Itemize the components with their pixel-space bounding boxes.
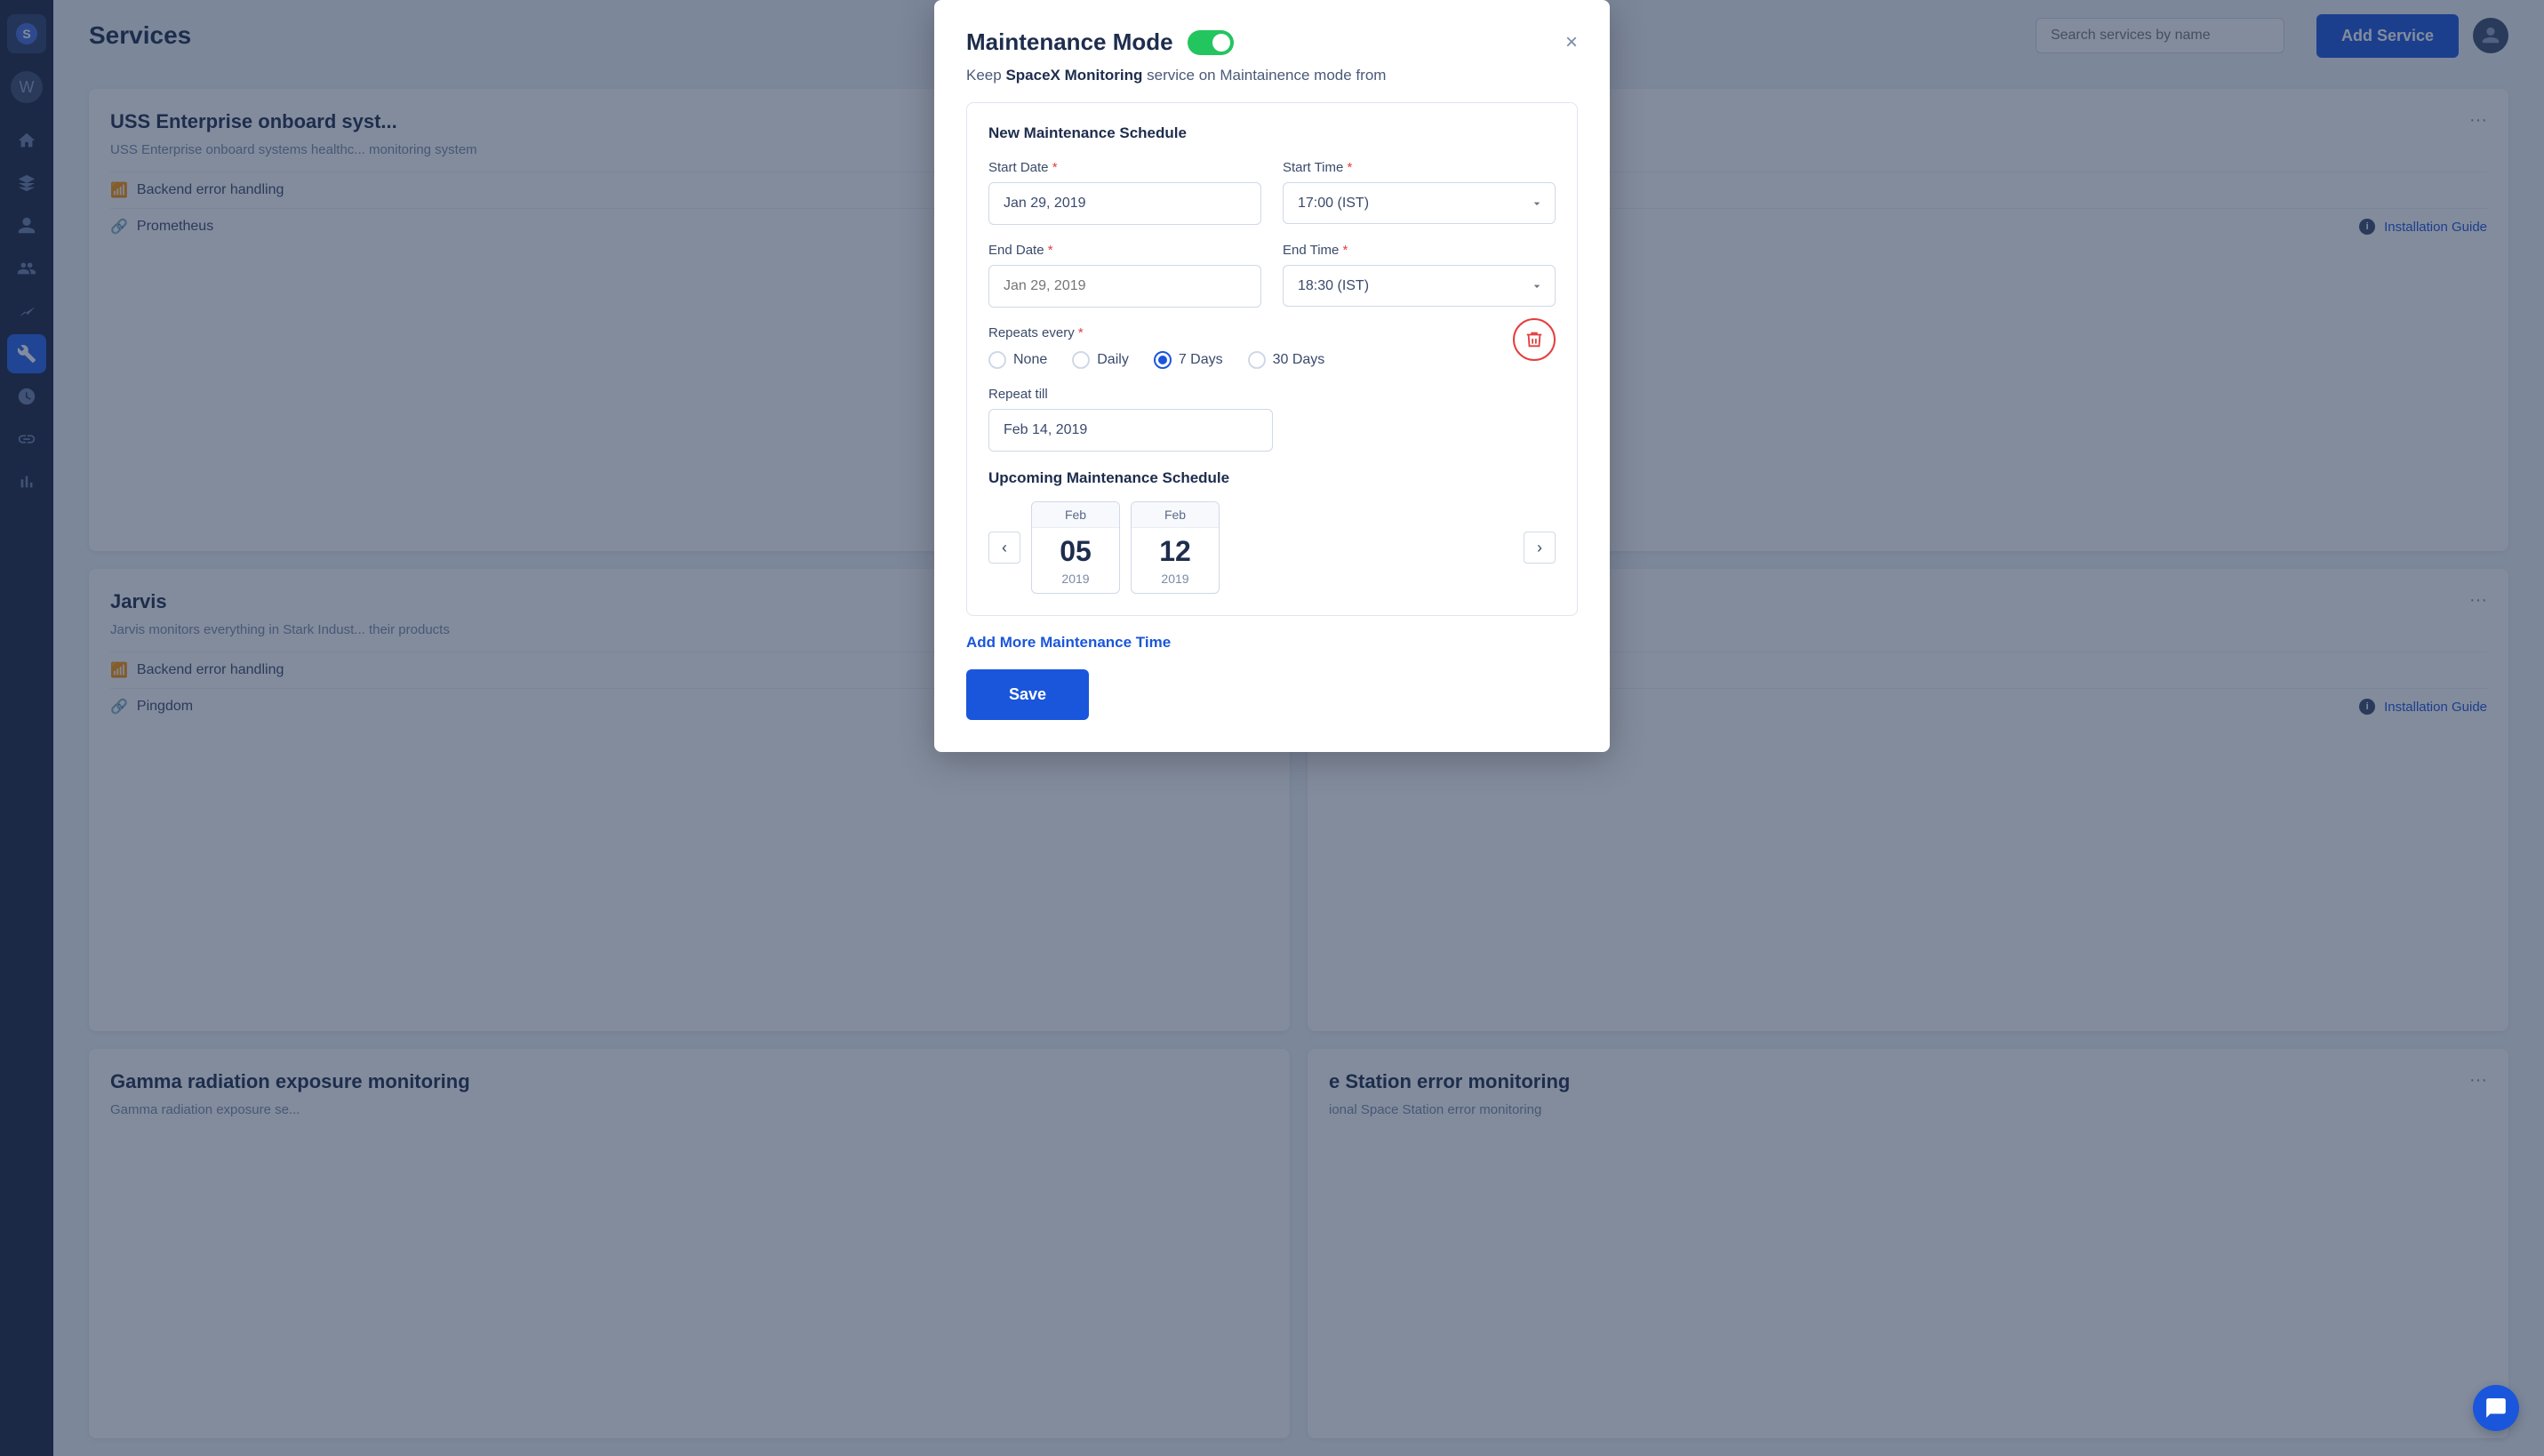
calendar-nav: ‹ Feb 05 2019 Feb 12 2019 ›	[988, 501, 1556, 594]
end-date-input[interactable]	[988, 265, 1261, 308]
repeats-row: Repeats every * None Daily	[988, 325, 1556, 369]
radio-circle-daily	[1072, 351, 1090, 369]
add-more-maintenance-link[interactable]: Add More Maintenance Time	[966, 634, 1171, 652]
delete-schedule-button[interactable]	[1513, 318, 1556, 361]
radio-none[interactable]: None	[988, 351, 1047, 369]
modal-title: Maintenance Mode	[966, 28, 1234, 56]
radio-7days[interactable]: 7 Days	[1154, 351, 1223, 369]
repeat-till-input[interactable]	[988, 409, 1273, 452]
save-button[interactable]: Save	[966, 669, 1089, 720]
radio-group: None Daily 7 Days 30 Days	[988, 351, 1324, 369]
upcoming-section: Upcoming Maintenance Schedule ‹ Feb 05 2…	[988, 469, 1556, 594]
start-time-select[interactable]: 17:00 (IST)	[1283, 182, 1556, 224]
end-time-group: End Time * 18:30 (IST)	[1283, 243, 1556, 308]
radio-daily[interactable]: Daily	[1072, 351, 1129, 369]
radio-label-7days: 7 Days	[1179, 352, 1223, 368]
upcoming-title: Upcoming Maintenance Schedule	[988, 469, 1556, 487]
maintenance-mode-toggle[interactable]	[1188, 30, 1234, 55]
cal-date-year-2: 2019	[1132, 572, 1219, 593]
start-row: Start Date * Start Time * 17:00 (IST)	[988, 160, 1556, 225]
end-row: End Date * End Time * 18:30 (IST)	[988, 243, 1556, 308]
end-time-select[interactable]: 18:30 (IST)	[1283, 265, 1556, 307]
calendar-next-button[interactable]: ›	[1524, 532, 1556, 564]
modal-subtitle: Keep SpaceX Monitoring service on Mainta…	[966, 67, 1578, 84]
cal-date-month-1: Feb	[1032, 502, 1119, 528]
schedule-box-title: New Maintenance Schedule	[988, 124, 1556, 142]
start-date-input[interactable]	[988, 182, 1261, 225]
calendar-dates: Feb 05 2019 Feb 12 2019	[1031, 501, 1513, 594]
cal-date-year-1: 2019	[1032, 572, 1119, 593]
repeats-label: Repeats every *	[988, 325, 1324, 340]
modal-header: Maintenance Mode ×	[966, 28, 1578, 56]
service-name-highlight: SpaceX Monitoring	[1005, 67, 1142, 84]
start-time-group: Start Time * 17:00 (IST)	[1283, 160, 1556, 225]
end-date-label: End Date *	[988, 243, 1261, 258]
radio-label-none: None	[1013, 352, 1047, 368]
radio-circle-7days	[1154, 351, 1172, 369]
chat-bubble-button[interactable]	[2473, 1385, 2519, 1431]
cal-date-card-1: Feb 05 2019	[1031, 501, 1120, 594]
radio-circle-none	[988, 351, 1006, 369]
calendar-prev-button[interactable]: ‹	[988, 532, 1020, 564]
cal-date-card-2: Feb 12 2019	[1131, 501, 1220, 594]
end-date-group: End Date *	[988, 243, 1261, 308]
start-time-label: Start Time *	[1283, 160, 1556, 175]
repeat-till-group: Repeat till	[988, 387, 1556, 452]
cal-date-day-2: 12	[1132, 528, 1219, 572]
radio-label-30days: 30 Days	[1273, 352, 1325, 368]
modal-overlay: Maintenance Mode × Keep SpaceX Monitorin…	[0, 0, 2544, 1456]
repeat-till-label: Repeat till	[988, 387, 1556, 402]
cal-date-month-2: Feb	[1132, 502, 1219, 528]
modal-close-button[interactable]: ×	[1565, 32, 1578, 53]
radio-label-daily: Daily	[1097, 352, 1129, 368]
start-date-label: Start Date *	[988, 160, 1261, 175]
maintenance-modal: Maintenance Mode × Keep SpaceX Monitorin…	[934, 0, 1610, 752]
start-date-group: Start Date *	[988, 160, 1261, 225]
radio-circle-30days	[1248, 351, 1266, 369]
end-time-label: End Time *	[1283, 243, 1556, 258]
cal-date-day-1: 05	[1032, 528, 1119, 572]
schedule-box: New Maintenance Schedule Start Date * St…	[966, 102, 1578, 616]
radio-30days[interactable]: 30 Days	[1248, 351, 1325, 369]
